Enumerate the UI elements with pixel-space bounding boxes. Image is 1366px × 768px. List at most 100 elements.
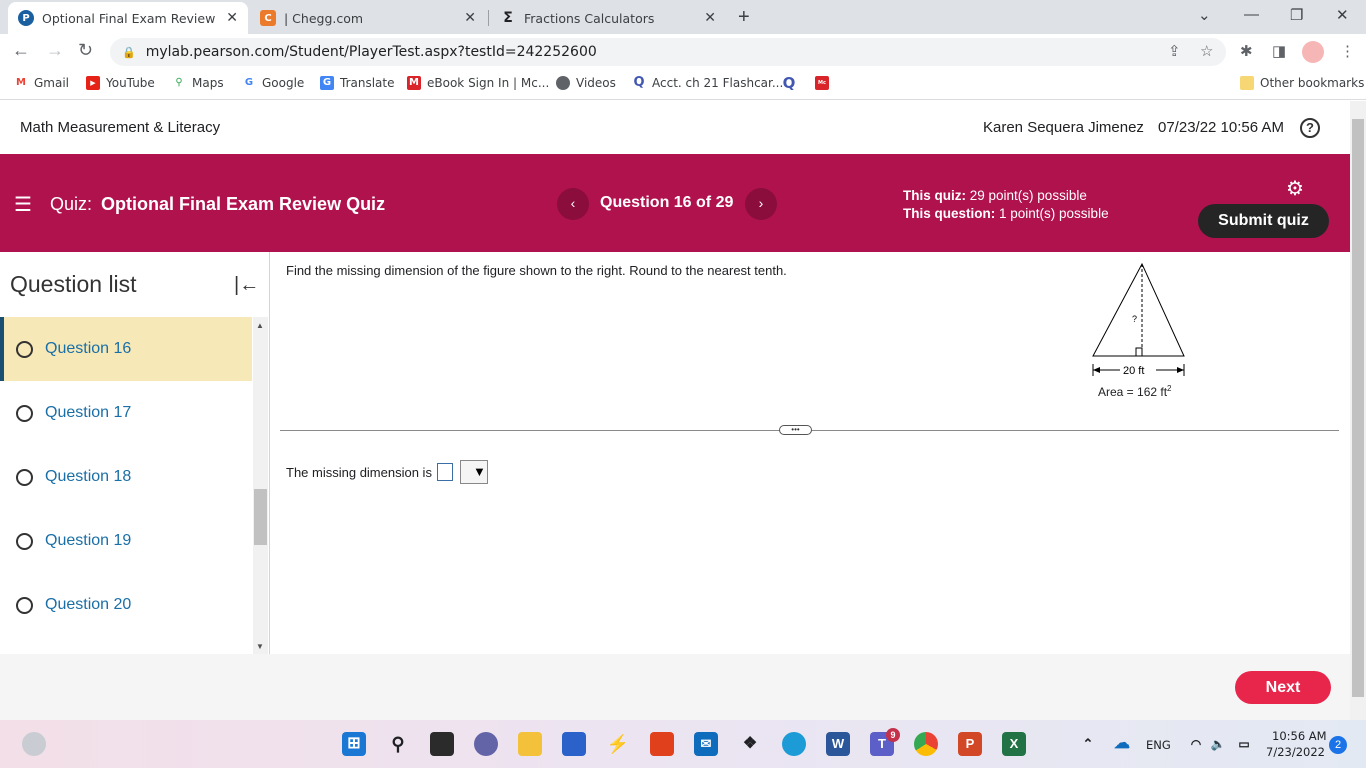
mcgraw-hill-icon: Mc — [815, 76, 829, 90]
bookmark-label: Acct. ch 21 Flashcar... — [652, 76, 784, 90]
wifi-icon[interactable]: ◠ — [1184, 732, 1208, 756]
arrowhead-left-icon — [1093, 367, 1100, 373]
window-close-icon[interactable]: ✕ — [1336, 6, 1349, 24]
clock-date[interactable]: 7/23/2022 — [1266, 745, 1325, 759]
next-button[interactable]: Next — [1235, 671, 1331, 704]
extensions-icon[interactable]: ✱ — [1240, 42, 1253, 60]
tab-search-chevron-icon[interactable]: ⌄ — [1198, 6, 1211, 24]
new-tab-icon[interactable]: + — [738, 6, 750, 29]
address-bar[interactable]: 🔒 mylab.pearson.com/Student/PlayerTest.a… — [110, 38, 1226, 66]
bookmark-maps[interactable]: ⚲ Maps — [172, 76, 223, 90]
bookmark-google[interactable]: G Google — [242, 76, 304, 90]
windows-start-icon[interactable]: ⊞ — [342, 732, 366, 756]
question-list-item-19[interactable]: Question 19 — [0, 509, 252, 573]
submit-quiz-button[interactable]: Submit quiz — [1198, 204, 1329, 238]
onedrive-icon[interactable]: ☁ — [1110, 732, 1134, 756]
tab-pearson-quiz[interactable]: P Optional Final Exam Review Quiz ✕ — [8, 2, 248, 34]
microsoft-store-icon[interactable] — [562, 732, 586, 756]
search-icon[interactable]: ⚲ — [386, 732, 410, 756]
settings-gear-icon[interactable]: ⚙ — [1286, 176, 1304, 201]
area-text: Area = 162 ft — [1098, 385, 1168, 399]
quiz-bar: ☰ Quiz: Optional Final Exam Review Quiz … — [0, 154, 1350, 252]
close-icon[interactable]: ✕ — [704, 10, 716, 26]
bookmark-translate[interactable]: G Translate — [320, 76, 395, 90]
bookmark-ebook[interactable]: MeBook Sign In | Mc... — [407, 76, 549, 90]
quiz-points-value: 29 point(s) possible — [969, 188, 1087, 203]
question-list-panel: Question list |← Question 16 Question 17… — [0, 252, 270, 654]
teams-chat-icon[interactable] — [474, 732, 498, 756]
previous-question-button[interactable]: ‹ — [557, 188, 589, 220]
clock-time[interactable]: 10:56 AM — [1272, 729, 1327, 743]
question-list-item-16[interactable]: Question 16 — [0, 317, 252, 381]
radio-icon — [16, 468, 33, 486]
excel-icon[interactable]: X — [1002, 732, 1026, 756]
restore-icon[interactable]: ❐ — [1290, 6, 1303, 24]
volume-icon[interactable]: 🔈 — [1206, 732, 1230, 756]
forward-arrow-icon[interactable]: → — [46, 40, 64, 61]
next-question-button[interactable]: › — [745, 188, 777, 220]
question-list-item-17[interactable]: Question 17 — [0, 381, 252, 445]
translate-icon: G — [320, 76, 334, 90]
bookmark-mcgraw-hill[interactable]: Mc — [815, 76, 835, 90]
quiz-title: Optional Final Exam Review Quiz — [101, 194, 386, 214]
back-arrow-icon[interactable]: ← — [12, 40, 30, 61]
bookmark-gmail[interactable]: M Gmail — [14, 76, 69, 90]
dropbox-icon[interactable]: ❖ — [738, 732, 762, 756]
office-icon[interactable] — [650, 732, 674, 756]
word-icon[interactable]: W — [826, 732, 850, 756]
bookmark-quizlet[interactable]: Q — [782, 74, 802, 92]
divider-drag-handle[interactable]: ••• — [779, 425, 812, 435]
question-label: Question 17 — [45, 404, 132, 421]
reload-icon[interactable]: ↻ — [78, 40, 93, 61]
quizlet-icon: Q — [782, 74, 796, 92]
question-list-item-20[interactable]: Question 20 — [0, 573, 252, 637]
sigma-favicon-icon: Σ — [503, 10, 513, 26]
task-view-icon[interactable] — [430, 732, 454, 756]
question-label: Question 20 — [45, 596, 132, 613]
menu-kebab-icon[interactable]: ⋮ — [1340, 42, 1355, 60]
bookmark-other[interactable]: Other bookmarks — [1240, 76, 1364, 90]
share-icon[interactable]: ⇪ — [1168, 42, 1181, 60]
show-hidden-icons-chevron-icon[interactable]: ⌃ — [1076, 732, 1100, 756]
file-explorer-icon[interactable] — [518, 732, 542, 756]
hamburger-menu-icon[interactable]: ☰ — [14, 192, 32, 217]
notification-badge[interactable]: 2 — [1329, 736, 1347, 754]
edge-icon[interactable] — [782, 732, 806, 756]
collapse-panel-icon[interactable]: |← — [234, 274, 259, 297]
language-indicator[interactable]: ENG — [1146, 738, 1171, 752]
answer-input[interactable] — [436, 463, 453, 481]
minimize-icon[interactable]: — — [1244, 6, 1259, 23]
question-list-item-18[interactable]: Question 18 — [0, 445, 252, 509]
tab-separator — [488, 10, 489, 26]
powerpoint-icon[interactable]: P — [958, 732, 982, 756]
chrome-icon[interactable] — [914, 732, 938, 756]
star-icon[interactable]: ☆ — [1200, 42, 1213, 60]
points-info: This quiz: 29 point(s) possible This que… — [903, 187, 1109, 223]
scrollbar-thumb[interactable] — [254, 489, 267, 545]
close-icon[interactable]: ✕ — [464, 10, 476, 26]
profile-avatar[interactable] — [1302, 41, 1324, 63]
side-panel-icon[interactable]: ◨ — [1272, 42, 1286, 60]
bookmark-youtube[interactable]: ▶ YouTube — [86, 76, 155, 90]
page-scrollbar[interactable] — [1350, 101, 1366, 720]
battery-icon[interactable]: ▭ — [1232, 732, 1256, 756]
scroll-down-icon[interactable]: ▼ — [256, 642, 264, 651]
bookmark-videos[interactable]: Videos — [556, 76, 616, 90]
browser-toolbar: ← → ↻ 🔒 mylab.pearson.com/Student/Player… — [0, 34, 1366, 70]
close-icon[interactable]: ✕ — [226, 10, 238, 26]
scroll-up-icon[interactable]: ▲ — [256, 321, 264, 330]
power-automate-icon[interactable]: ⚡ — [606, 732, 630, 756]
radio-icon — [16, 404, 33, 422]
tab-fractions[interactable]: Σ Fractions Calculators ✕ — [490, 2, 726, 34]
mail-icon[interactable]: ✉ — [694, 732, 718, 756]
question-list-title: Question list — [10, 271, 137, 297]
answer-row: The missing dimension is ▼ — [286, 460, 488, 484]
weather-widget-icon[interactable] — [22, 732, 46, 756]
question-list-scrollbar[interactable]: ▲ ▼ — [253, 317, 268, 654]
tab-chegg[interactable]: C | Chegg.com ✕ — [250, 2, 486, 34]
help-icon[interactable]: ? — [1300, 118, 1320, 138]
page-scrollbar-thumb[interactable] — [1352, 119, 1364, 697]
unit-dropdown[interactable]: ▼ — [459, 460, 488, 484]
area-label: Area = 162 ft2 — [1098, 384, 1172, 399]
bookmark-acct-flashcards[interactable]: Q Acct. ch 21 Flashcar... — [632, 76, 784, 91]
